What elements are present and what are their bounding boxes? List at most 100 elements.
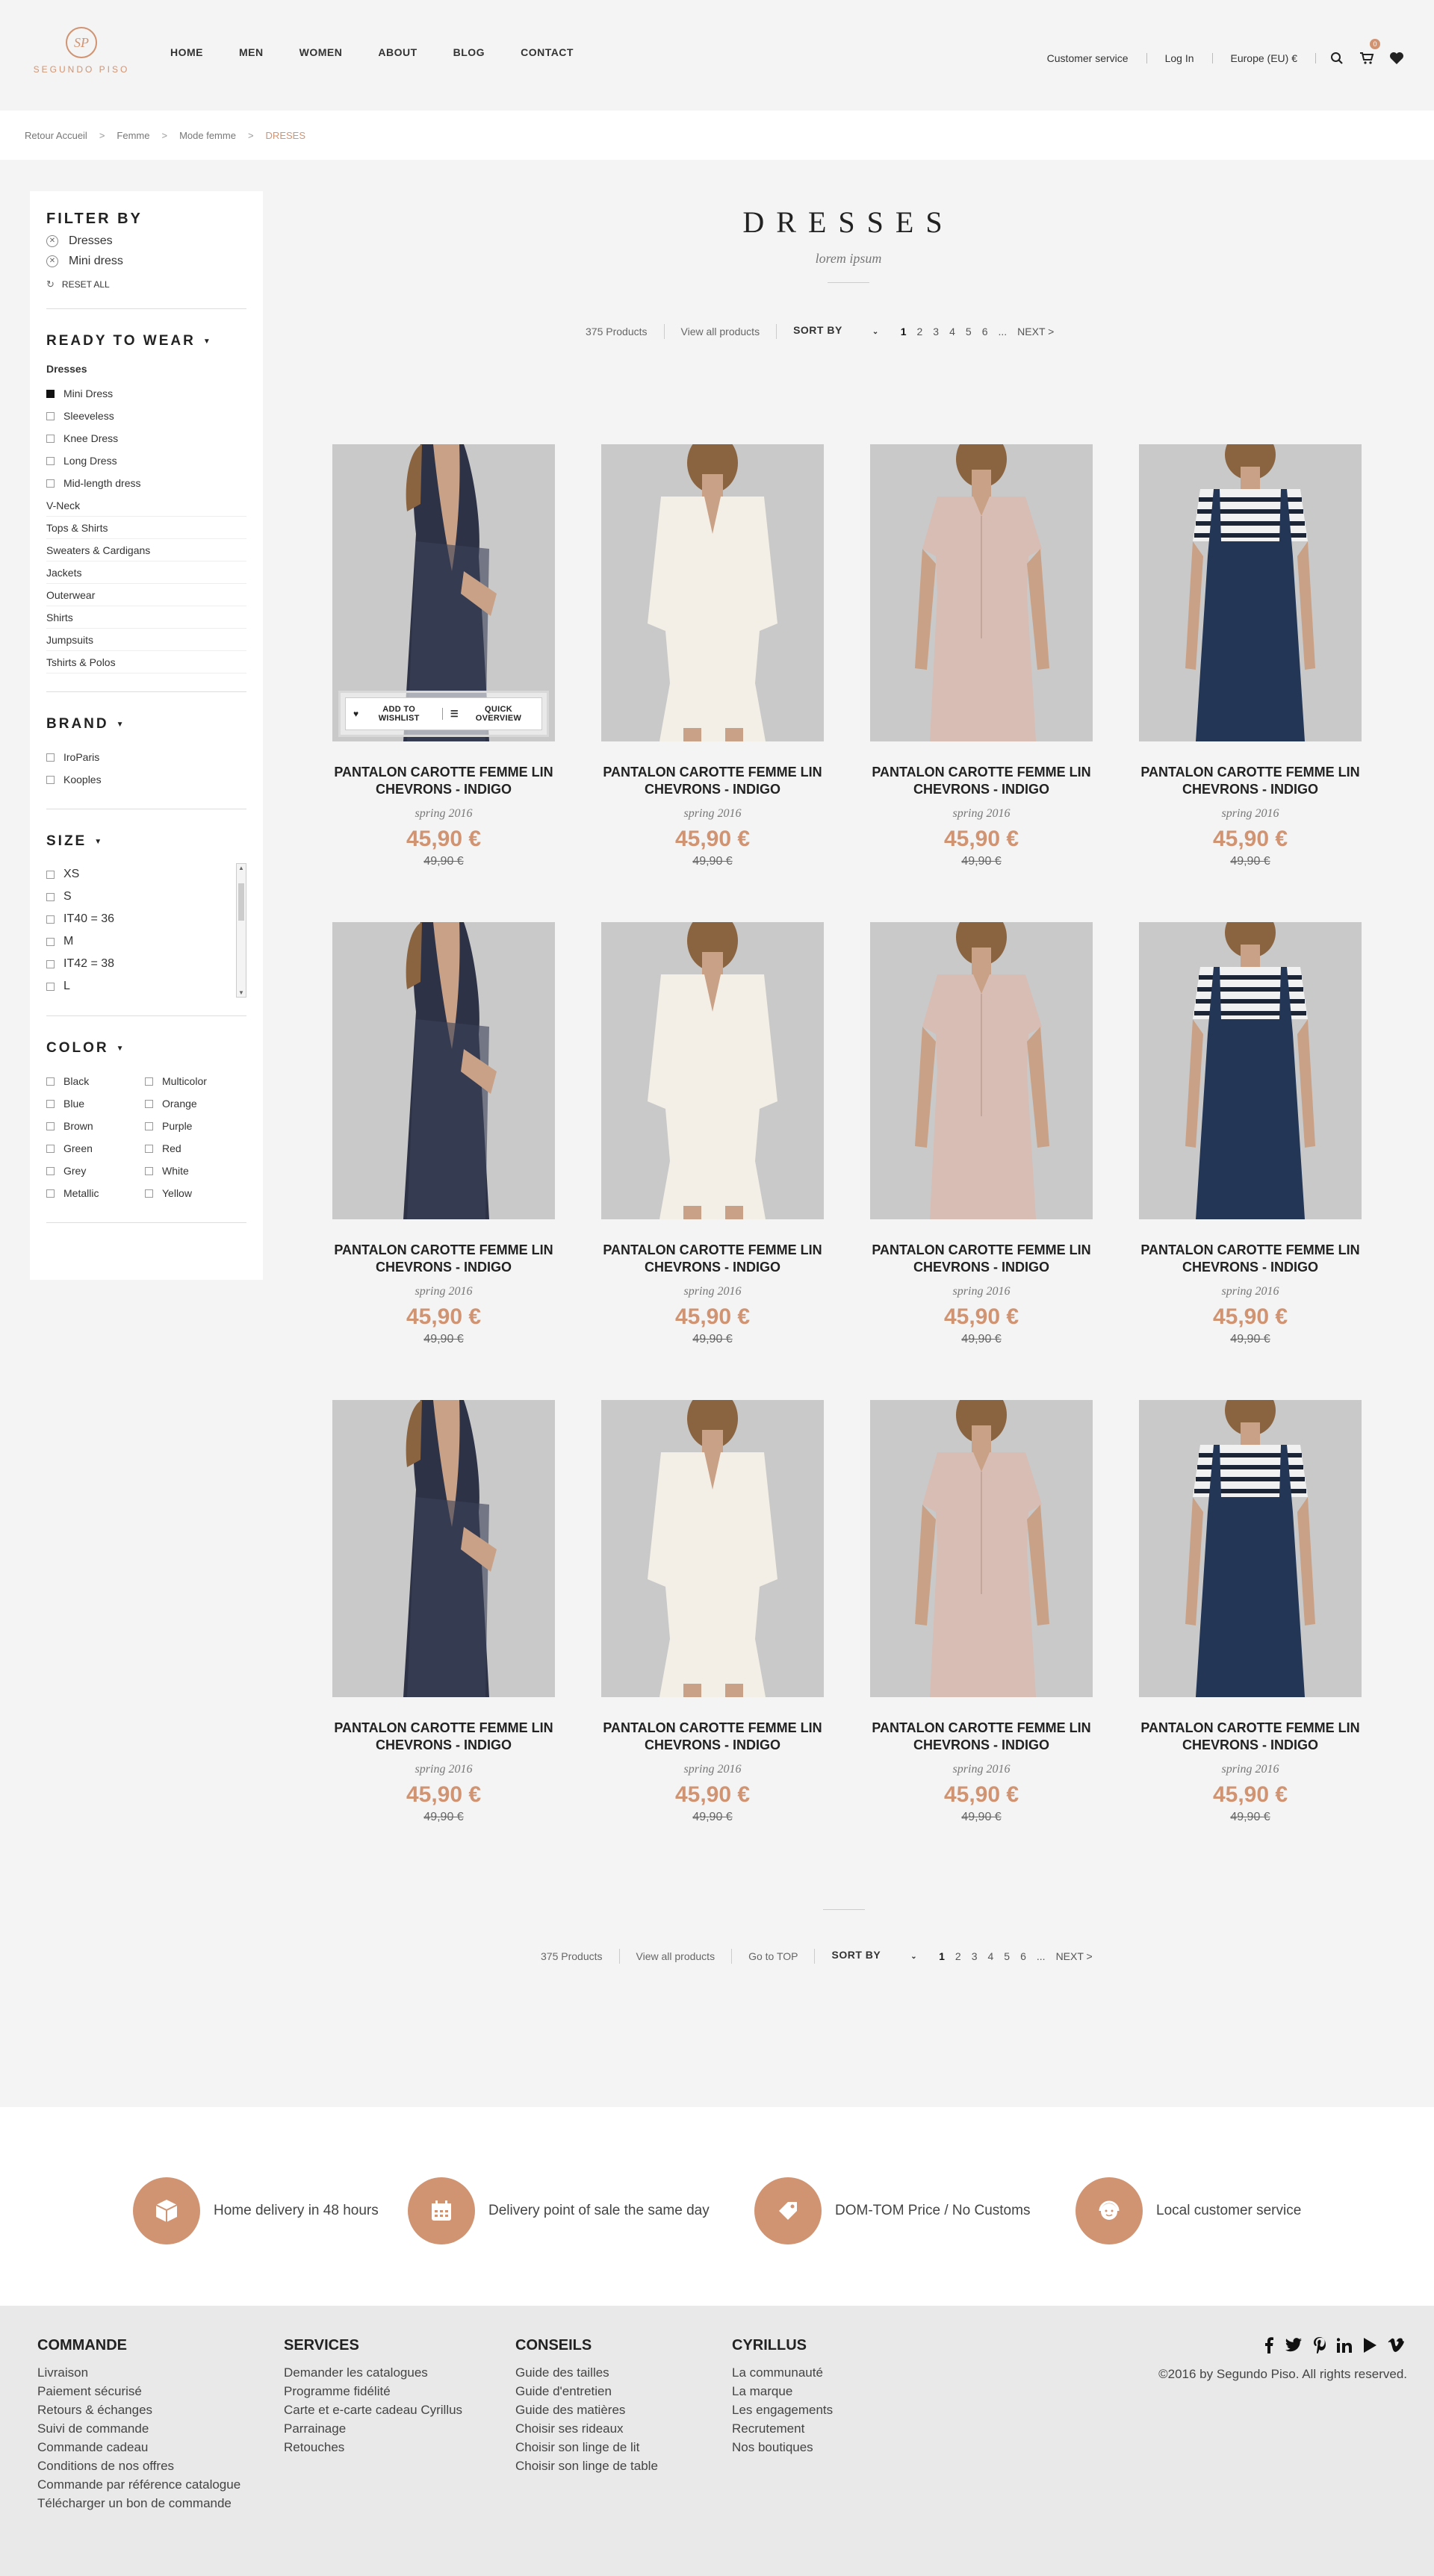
checkbox[interactable] bbox=[46, 753, 55, 762]
product-title[interactable]: PANTALON CAROTTE FEMME LIN CHEVRONS - IN… bbox=[870, 1720, 1093, 1754]
checkbox-size[interactable]: S bbox=[46, 886, 246, 908]
page-link[interactable]: 2 bbox=[955, 1950, 961, 1962]
product-image[interactable] bbox=[601, 444, 824, 741]
product-title[interactable]: PANTALON CAROTTE FEMME LIN CHEVRONS - IN… bbox=[1139, 1720, 1362, 1754]
checkbox-color[interactable]: Green bbox=[46, 1137, 145, 1160]
ready-to-wear-toggle[interactable]: READY TO WEAR ▼ bbox=[46, 333, 246, 349]
checkbox-color[interactable]: Multicolor bbox=[145, 1070, 243, 1092]
add-to-wishlist-button[interactable]: ♥ ADD TO WISHLIST bbox=[346, 705, 442, 723]
checkbox[interactable] bbox=[46, 775, 55, 784]
login-link[interactable]: Log In bbox=[1147, 53, 1213, 63]
view-all-link[interactable]: View all products bbox=[665, 323, 777, 339]
page-link[interactable]: 6 bbox=[982, 326, 988, 337]
product-card[interactable]: PANTALON CAROTTE FEMME LIN CHEVRONS - IN… bbox=[870, 444, 1093, 868]
checkbox-knee-dress[interactable]: Knee Dress bbox=[46, 427, 246, 449]
page-link[interactable]: 1 bbox=[901, 326, 907, 337]
nav-men[interactable]: MEN bbox=[239, 46, 264, 58]
product-image[interactable] bbox=[1139, 922, 1362, 1219]
page-link[interactable]: 1 bbox=[939, 1950, 945, 1962]
sort-by-dropdown[interactable]: SORT BY ⌄ bbox=[815, 1947, 934, 1964]
checkbox[interactable] bbox=[46, 1189, 55, 1198]
checkbox-color[interactable]: Red bbox=[145, 1137, 243, 1160]
checkbox-color[interactable]: Orange bbox=[145, 1092, 243, 1115]
pinterest-icon[interactable] bbox=[1313, 2337, 1326, 2357]
footer-link[interactable]: Commande par référence catalogue bbox=[37, 2475, 240, 2494]
category-link[interactable]: Sweaters & Cardigans bbox=[46, 539, 246, 561]
checkbox[interactable] bbox=[145, 1121, 153, 1130]
checkbox-color[interactable]: White bbox=[145, 1160, 243, 1182]
active-filter[interactable]: ✕ Dresses bbox=[46, 234, 246, 248]
checkbox[interactable] bbox=[46, 1077, 55, 1086]
product-card[interactable]: PANTALON CAROTTE FEMME LIN CHEVRONS - IN… bbox=[601, 444, 824, 868]
footer-link[interactable]: Nos boutiques bbox=[732, 2438, 833, 2457]
product-image[interactable] bbox=[332, 922, 555, 1219]
scroll-up-icon[interactable]: ▲ bbox=[238, 865, 244, 871]
checkbox-color[interactable]: Blue bbox=[46, 1092, 145, 1115]
product-image[interactable]: ♥ ADD TO WISHLIST ☰ QUICK OVERVIEW bbox=[332, 444, 555, 741]
product-card[interactable]: PANTALON CAROTTE FEMME LIN CHEVRONS - IN… bbox=[601, 922, 824, 1346]
checkbox-color[interactable]: Black bbox=[46, 1070, 145, 1092]
footer-link[interactable]: Carte et e-carte cadeau Cyrillus bbox=[284, 2401, 462, 2419]
region-selector[interactable]: Europe (EU) € bbox=[1213, 53, 1316, 63]
checkbox[interactable] bbox=[46, 1144, 55, 1153]
footer-link[interactable]: Choisir son linge de lit bbox=[515, 2438, 658, 2457]
brand-toggle[interactable]: BRAND ▼ bbox=[46, 716, 246, 732]
footer-link[interactable]: Retouches bbox=[284, 2438, 462, 2457]
checkbox-color[interactable]: Metallic bbox=[46, 1182, 145, 1204]
youtube-icon[interactable] bbox=[1362, 2337, 1377, 2357]
checkbox-mid-length-dress[interactable]: Mid-length dress bbox=[46, 472, 246, 494]
scroll-down-icon[interactable]: ▼ bbox=[238, 989, 244, 996]
checkbox[interactable] bbox=[46, 982, 55, 991]
footer-link[interactable]: Choisir son linge de table bbox=[515, 2457, 658, 2475]
checkbox[interactable] bbox=[145, 1099, 153, 1108]
next-page-link[interactable]: NEXT > bbox=[1017, 326, 1054, 337]
nav-about[interactable]: ABOUT bbox=[378, 46, 417, 58]
checkbox-size[interactable]: L bbox=[46, 975, 246, 998]
page-link[interactable]: 5 bbox=[1004, 1950, 1010, 1962]
category-link[interactable]: Tops & Shirts bbox=[46, 517, 246, 539]
checkbox-size[interactable]: IT40 = 36 bbox=[46, 908, 246, 930]
product-card[interactable]: ♥ ADD TO WISHLIST ☰ QUICK OVERVIEW PANTALO… bbox=[332, 444, 555, 868]
checkbox[interactable] bbox=[46, 456, 55, 465]
category-link[interactable]: Tshirts & Polos bbox=[46, 651, 246, 673]
footer-link[interactable]: Programme fidélité bbox=[284, 2382, 462, 2401]
footer-link[interactable]: Guide des matières bbox=[515, 2401, 658, 2419]
checkbox[interactable] bbox=[46, 434, 55, 443]
product-image[interactable] bbox=[1139, 1400, 1362, 1697]
checkbox[interactable] bbox=[46, 1121, 55, 1130]
breadcrumb-item[interactable]: Retour Accueil bbox=[25, 130, 87, 141]
product-title[interactable]: PANTALON CAROTTE FEMME LIN CHEVRONS - IN… bbox=[1139, 1242, 1362, 1276]
checkbox-sleeveless[interactable]: Sleeveless bbox=[46, 405, 246, 427]
page-link[interactable]: 6 bbox=[1020, 1950, 1026, 1962]
product-title[interactable]: PANTALON CAROTTE FEMME LIN CHEVRONS - IN… bbox=[601, 1242, 824, 1276]
product-card[interactable]: PANTALON CAROTTE FEMME LIN CHEVRONS - IN… bbox=[1139, 1400, 1362, 1824]
heart-icon[interactable] bbox=[1388, 49, 1406, 67]
category-link[interactable]: Jackets bbox=[46, 561, 246, 584]
footer-link[interactable]: Retours & échanges bbox=[37, 2401, 240, 2419]
product-card[interactable]: PANTALON CAROTTE FEMME LIN CHEVRONS - IN… bbox=[870, 1400, 1093, 1824]
product-title[interactable]: PANTALON CAROTTE FEMME LIN CHEVRONS - IN… bbox=[332, 1720, 555, 1754]
cart-icon[interactable]: 0 bbox=[1358, 39, 1380, 67]
page-link[interactable]: 4 bbox=[988, 1950, 994, 1962]
footer-link[interactable]: Conditions de nos offres bbox=[37, 2457, 240, 2475]
breadcrumb-item[interactable]: Femme bbox=[117, 130, 149, 141]
product-image[interactable] bbox=[870, 444, 1093, 741]
footer-link[interactable]: Suivi de commande bbox=[37, 2419, 240, 2438]
footer-link[interactable]: Télécharger un bon de commande bbox=[37, 2494, 240, 2513]
checkbox[interactable] bbox=[46, 915, 55, 924]
quick-overview-button[interactable]: ☰ QUICK OVERVIEW bbox=[443, 705, 541, 723]
category-link[interactable]: Outerwear bbox=[46, 584, 246, 606]
page-link[interactable]: 3 bbox=[972, 1950, 978, 1962]
product-card[interactable]: PANTALON CAROTTE FEMME LIN CHEVRONS - IN… bbox=[870, 922, 1093, 1346]
close-icon[interactable]: ✕ bbox=[46, 255, 58, 267]
footer-link[interactable]: La marque bbox=[732, 2382, 833, 2401]
footer-link[interactable]: Livraison bbox=[37, 2363, 240, 2382]
product-title[interactable]: PANTALON CAROTTE FEMME LIN CHEVRONS - IN… bbox=[601, 1720, 824, 1754]
active-filter[interactable]: ✕ Mini dress bbox=[46, 255, 246, 268]
size-scrollbar[interactable]: ▲ ▼ bbox=[236, 863, 246, 998]
category-link[interactable]: Shirts bbox=[46, 606, 246, 629]
checkbox-color[interactable]: Yellow bbox=[145, 1182, 243, 1204]
checkbox[interactable] bbox=[145, 1166, 153, 1175]
product-title[interactable]: PANTALON CAROTTE FEMME LIN CHEVRONS - IN… bbox=[870, 764, 1093, 798]
facebook-icon[interactable] bbox=[1264, 2337, 1274, 2357]
